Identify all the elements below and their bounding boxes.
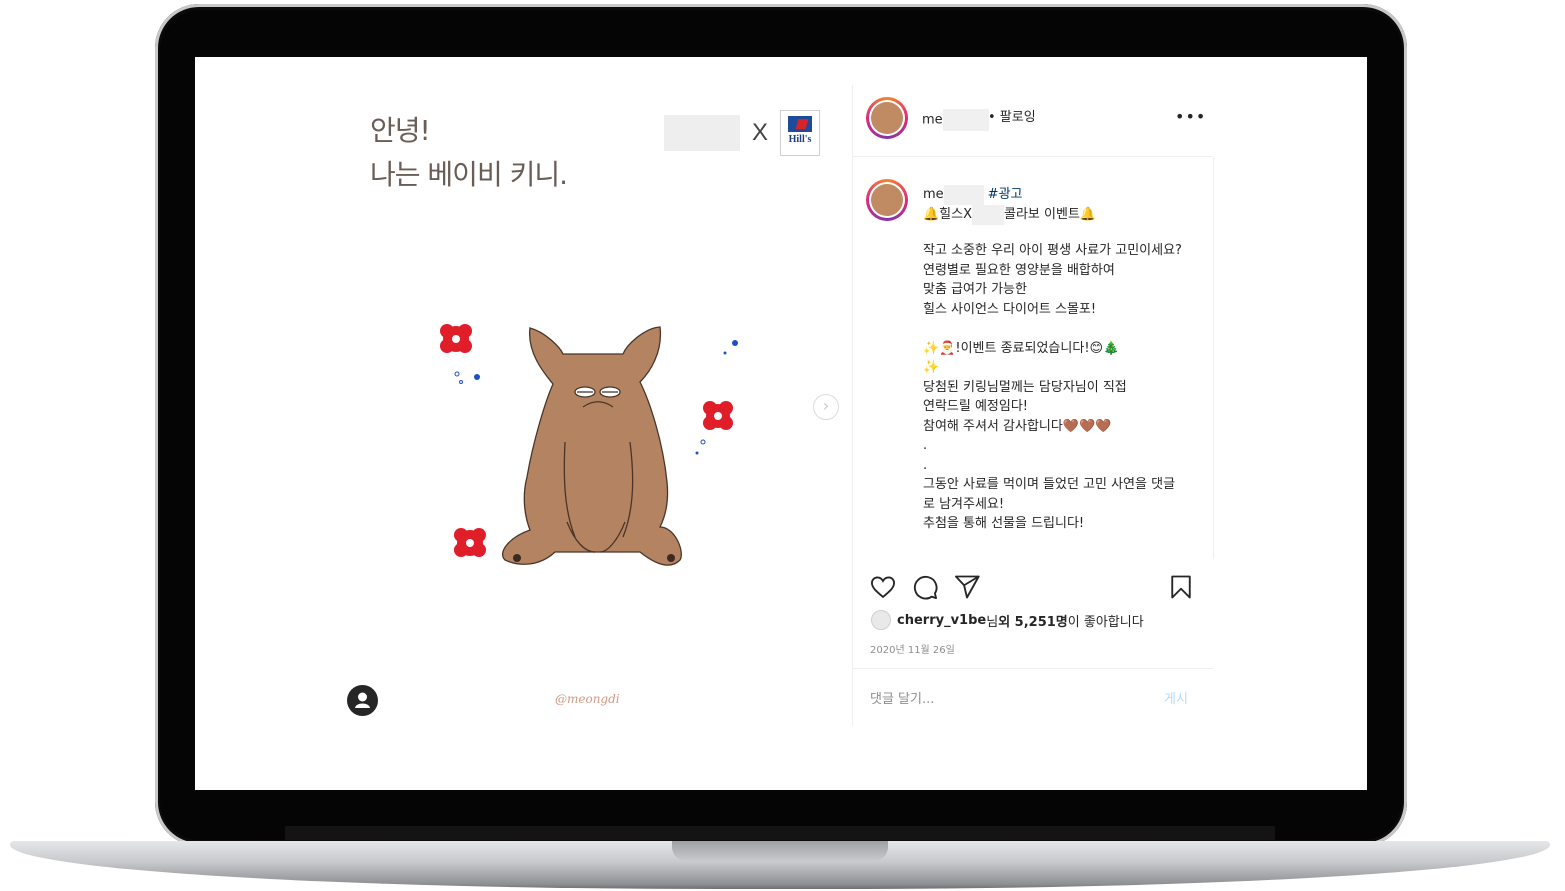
- username-text: me: [922, 112, 943, 128]
- caption-area: me #광고 🔔힐스X 콜라보 이벤트🔔 작고 소중한 우리 아이 평생 사료가 고…: [853, 157, 1214, 559]
- caption-username[interactable]: me: [923, 187, 944, 202]
- caption-avatar[interactable]: [866, 179, 908, 221]
- next-image-button[interactable]: ›: [813, 394, 839, 420]
- redacted-username: [942, 109, 989, 131]
- flower-3: [454, 528, 486, 557]
- author-avatar[interactable]: [866, 97, 908, 139]
- heart-icon[interactable]: [869, 573, 897, 601]
- action-bar: [869, 573, 1199, 603]
- bear: [502, 326, 682, 566]
- screen: 안녕! 나는 베이비 키니. X Hill's › @meongdi me • …: [195, 57, 1367, 790]
- tagged-users-button[interactable]: [347, 685, 378, 716]
- author-username[interactable]: me: [922, 109, 989, 131]
- caption-title-suffix: 콜라보 이벤트🔔: [1004, 207, 1097, 222]
- flower-2: [703, 401, 733, 430]
- artist-signature: @meongdi: [555, 692, 620, 706]
- paper-plane-icon[interactable]: [953, 573, 981, 601]
- caption-title: 🔔힐스X 콜라보 이벤트🔔: [923, 203, 1096, 225]
- redacted-logo: [664, 115, 740, 151]
- post-image: 안녕! 나는 베이비 키니. X Hill's › @meongdi: [195, 57, 852, 790]
- likes-suffix-2: 이 좋아합니다: [1067, 614, 1144, 630]
- liker-avatar[interactable]: [871, 610, 891, 630]
- collab-x: X: [752, 119, 769, 146]
- user-tag-icon: [355, 692, 370, 708]
- likes-summary: cherry_v1be 님 외 5,251명 이 좋아합니다: [871, 610, 1144, 630]
- post-date[interactable]: 2020년 11월 26일: [870, 641, 955, 656]
- hills-logo-text: Hill's: [788, 134, 812, 145]
- headline-line-1: 안녕!: [370, 114, 431, 147]
- caption-body: 작고 소중한 우리 아이 평생 사료가 고민이세요? 연령별로 필요한 영양분을…: [923, 243, 1182, 531]
- laptop-notch: [672, 841, 888, 861]
- headline-line-2: 나는 베이비 키니.: [370, 158, 568, 191]
- more-options-button[interactable]: •••: [1175, 107, 1206, 126]
- caption-title-prefix: 🔔힐스X: [923, 207, 973, 222]
- likes-suffix-1: 님: [986, 614, 999, 630]
- bookmark-icon[interactable]: [1167, 573, 1195, 601]
- post-comment-button[interactable]: 게시: [1164, 688, 1188, 707]
- laptop-hinge: [285, 826, 1275, 840]
- flower-1: [440, 324, 472, 353]
- image-headline: 안녕! 나는 베이비 키니.: [370, 109, 568, 197]
- following-status[interactable]: • 팔로잉: [988, 106, 1036, 125]
- redacted-brand: [972, 204, 1005, 225]
- hills-logo: Hill's: [780, 110, 821, 156]
- collab-logos: X Hill's: [664, 109, 821, 157]
- caption-username-line: me #광고: [923, 183, 1023, 205]
- comment-divider: [853, 668, 1213, 669]
- hashtag-link[interactable]: #광고: [988, 187, 1023, 202]
- likes-count[interactable]: 외 5,251명: [998, 611, 1068, 630]
- bear-illustration: [440, 324, 738, 566]
- comment-icon[interactable]: [911, 573, 939, 601]
- post-panel: me • 팔로잉 ••• me #광고 🔔힐스X 콜라보 이벤트🔔 작고 소중한 우…: [852, 85, 1214, 725]
- liker-username[interactable]: cherry_v1be: [897, 613, 986, 628]
- redacted-username: [943, 184, 984, 205]
- comment-input[interactable]: 댓글 달기...: [870, 688, 934, 707]
